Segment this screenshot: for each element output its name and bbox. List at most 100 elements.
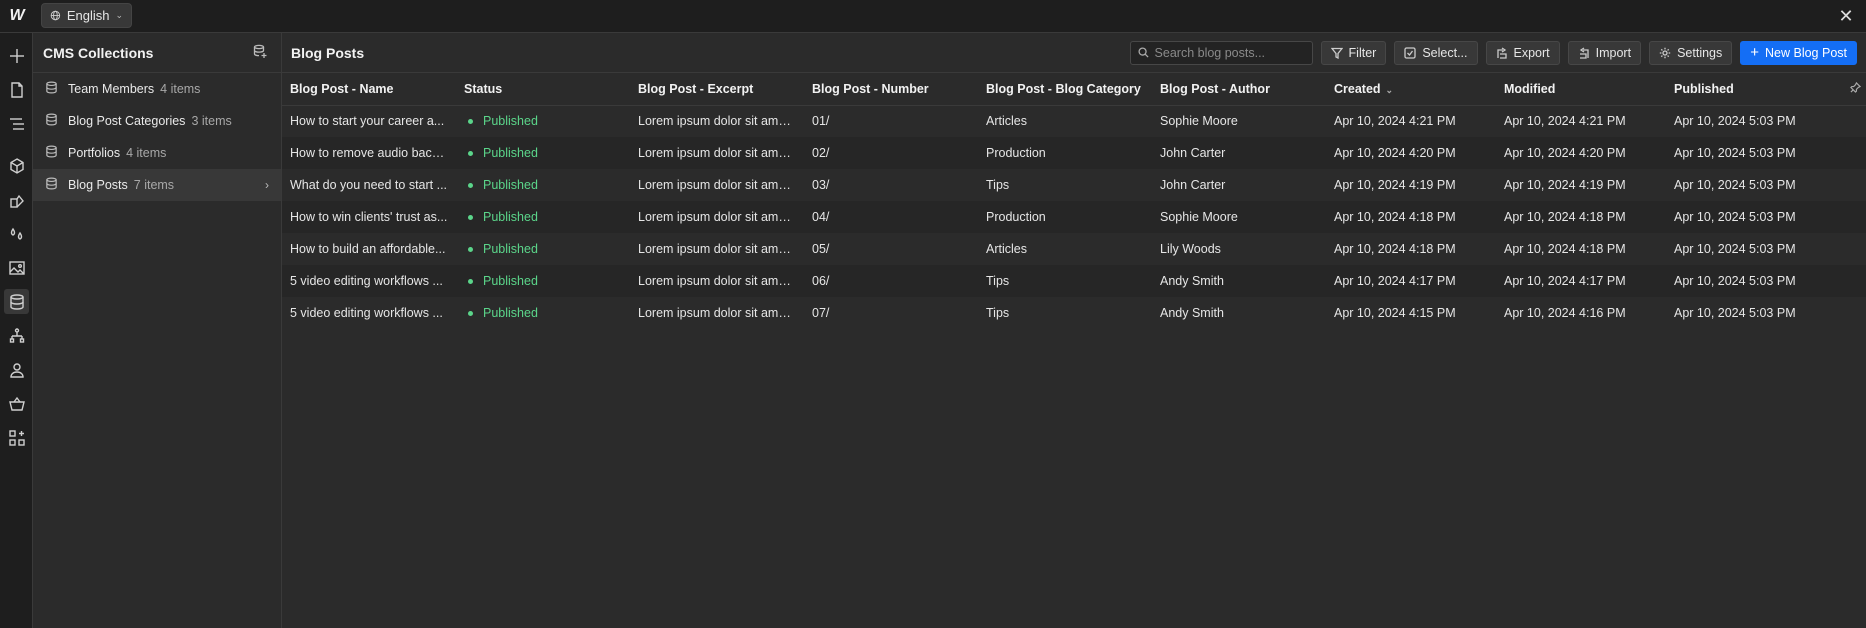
table-cell: How to remove audio back...	[290, 146, 449, 160]
new-blog-post-button[interactable]: + New Blog Post	[1740, 40, 1857, 65]
export-icon	[1496, 46, 1507, 59]
collection-view: Blog Posts Filter Select... Export Impor…	[282, 33, 1866, 628]
table-cell: How to build an affordable...	[290, 242, 446, 256]
add-collection-icon[interactable]	[253, 44, 271, 62]
collection-name: Team Members	[68, 82, 155, 96]
column-header[interactable]: Blog Post - Blog Category	[978, 73, 1152, 106]
page-icon[interactable]	[4, 77, 29, 102]
select-button[interactable]: Select...	[1394, 40, 1478, 65]
table-cell: Apr 10, 2024 4:21 PM	[1334, 114, 1456, 129]
table-row[interactable]: How to start your career a... Published Lo…	[282, 105, 1866, 137]
collection-name: Portfolios	[68, 146, 121, 160]
items-table: Blog Post - Name Status Blog Post - Exce…	[282, 73, 1866, 329]
column-header[interactable]: Blog Post - Number	[804, 73, 978, 106]
filter-button[interactable]: Filter	[1320, 40, 1387, 65]
search-input[interactable]	[1154, 45, 1295, 60]
table-row[interactable]: 5 video editing workflows ... Published Lo…	[282, 265, 1866, 297]
collection-item-team-members[interactable]: Team Members 4 items	[33, 73, 281, 105]
column-header[interactable]: Modified	[1496, 73, 1666, 106]
globe-icon	[50, 10, 61, 21]
navigator-icon[interactable]	[4, 111, 29, 136]
status-label: Published	[483, 114, 538, 129]
status-dot-icon	[468, 118, 473, 124]
table-cell: Apr 10, 2024 5:03 PM	[1674, 242, 1796, 256]
table-cell: Apr 10, 2024 4:21 PM	[1504, 114, 1626, 129]
table-cell: Lorem ipsum dolor sit amet co...	[638, 146, 804, 160]
components-icon[interactable]	[4, 153, 29, 178]
collection-count: 7 items	[133, 178, 175, 192]
apps-icon[interactable]	[4, 425, 29, 450]
table-cell: 07/	[812, 306, 830, 320]
collection-item-portfolios[interactable]: Portfolios 4 items	[33, 137, 281, 169]
cms-collections-panel: CMS Collections Team Members 4 items Blo…	[33, 33, 282, 628]
select-label: Select...	[1422, 45, 1468, 60]
collection-name: Blog Post Categories	[68, 114, 186, 128]
assets-icon[interactable]	[4, 255, 29, 280]
column-header-created[interactable]: Created ⌄	[1326, 73, 1496, 106]
database-icon	[45, 177, 58, 193]
new-blog-post-label: New Blog Post	[1765, 45, 1847, 60]
table-row[interactable]: How to win clients' trust as... Published…	[282, 201, 1866, 233]
settings-button[interactable]: Settings	[1649, 40, 1733, 65]
status-dot-icon	[468, 310, 473, 316]
table-cell: Andy Smith	[1160, 306, 1224, 320]
table-cell: 5 video editing workflows ...	[290, 274, 443, 288]
language-selector[interactable]: English ⌄	[41, 3, 132, 28]
table-row[interactable]: What do you need to start ... Published Lo…	[282, 169, 1866, 201]
table-cell: Apr 10, 2024 4:18 PM	[1504, 210, 1626, 224]
column-header[interactable]: Blog Post - Author	[1152, 73, 1326, 106]
import-button[interactable]: Import	[1567, 40, 1642, 65]
table-cell: Tips	[986, 178, 1010, 192]
export-button[interactable]: Export	[1485, 40, 1560, 65]
table-cell: Apr 10, 2024 5:03 PM	[1674, 114, 1796, 129]
table-cell: 5 video editing workflows ...	[290, 306, 443, 320]
style-manager-icon[interactable]	[4, 187, 29, 212]
collection-item-blog-posts[interactable]: Blog Posts 7 items ›	[33, 169, 281, 201]
table-cell: Lorem ipsum dolor sit amet co...	[638, 114, 804, 129]
table-cell: Apr 10, 2024 4:20 PM	[1504, 146, 1626, 160]
pin-column-button[interactable]	[1842, 73, 1866, 106]
logic-icon[interactable]	[4, 323, 29, 348]
column-header[interactable]: Blog Post - Name	[282, 73, 456, 106]
users-icon[interactable]	[4, 357, 29, 382]
table-cell: Sophie Moore	[1160, 114, 1238, 129]
table-cell: Apr 10, 2024 4:16 PM	[1504, 306, 1626, 320]
table-row[interactable]: How to build an affordable... Published Lo…	[282, 233, 1866, 265]
column-header[interactable]: Published	[1666, 73, 1842, 106]
column-header[interactable]: Status	[456, 73, 630, 106]
status-label: Published	[483, 242, 538, 256]
status-cell: Published	[456, 105, 630, 137]
collection-item-blog-post-categories[interactable]: Blog Post Categories 3 items	[33, 105, 281, 137]
panel-title: CMS Collections	[43, 44, 154, 61]
variables-icon[interactable]	[4, 221, 29, 246]
checkbox-icon	[1404, 46, 1416, 59]
import-icon	[1579, 46, 1589, 59]
webflow-logo[interactable]: W	[6, 6, 28, 26]
table-cell-spacer	[1842, 297, 1866, 329]
pin-icon	[1850, 81, 1862, 93]
table-row[interactable]: How to remove audio back... Published Lore…	[282, 137, 1866, 169]
table-cell: Production	[986, 210, 1046, 224]
table-cell: Lorem ipsum dolor sit amet co...	[638, 210, 804, 224]
filter-label: Filter	[1348, 45, 1377, 60]
status-dot-icon	[468, 150, 473, 156]
filter-icon	[1330, 47, 1343, 59]
cms-icon[interactable]	[4, 289, 29, 314]
gear-icon	[1659, 47, 1671, 58]
add-icon[interactable]	[4, 43, 29, 68]
collection-count: 4 items	[160, 82, 201, 96]
status-cell: Published	[456, 297, 630, 329]
table-row[interactable]: 5 video editing workflows ... Published Lo…	[282, 297, 1866, 329]
ecommerce-icon[interactable]	[4, 391, 29, 416]
column-header[interactable]: Blog Post - Excerpt	[630, 73, 804, 106]
table-cell: Apr 10, 2024 5:03 PM	[1674, 178, 1796, 192]
table-cell-spacer	[1842, 137, 1866, 169]
toolbar: Filter Select... Export Import Settings …	[1129, 40, 1857, 65]
table-cell-spacer	[1842, 233, 1866, 265]
language-label: English	[66, 8, 110, 23]
chevron-down-icon: ⌄	[115, 10, 123, 20]
collection-title: Blog Posts	[291, 44, 365, 61]
table-cell: Apr 10, 2024 5:03 PM	[1674, 210, 1796, 224]
close-icon[interactable]: ✕	[1836, 6, 1856, 26]
table-cell: Articles	[986, 114, 1027, 129]
